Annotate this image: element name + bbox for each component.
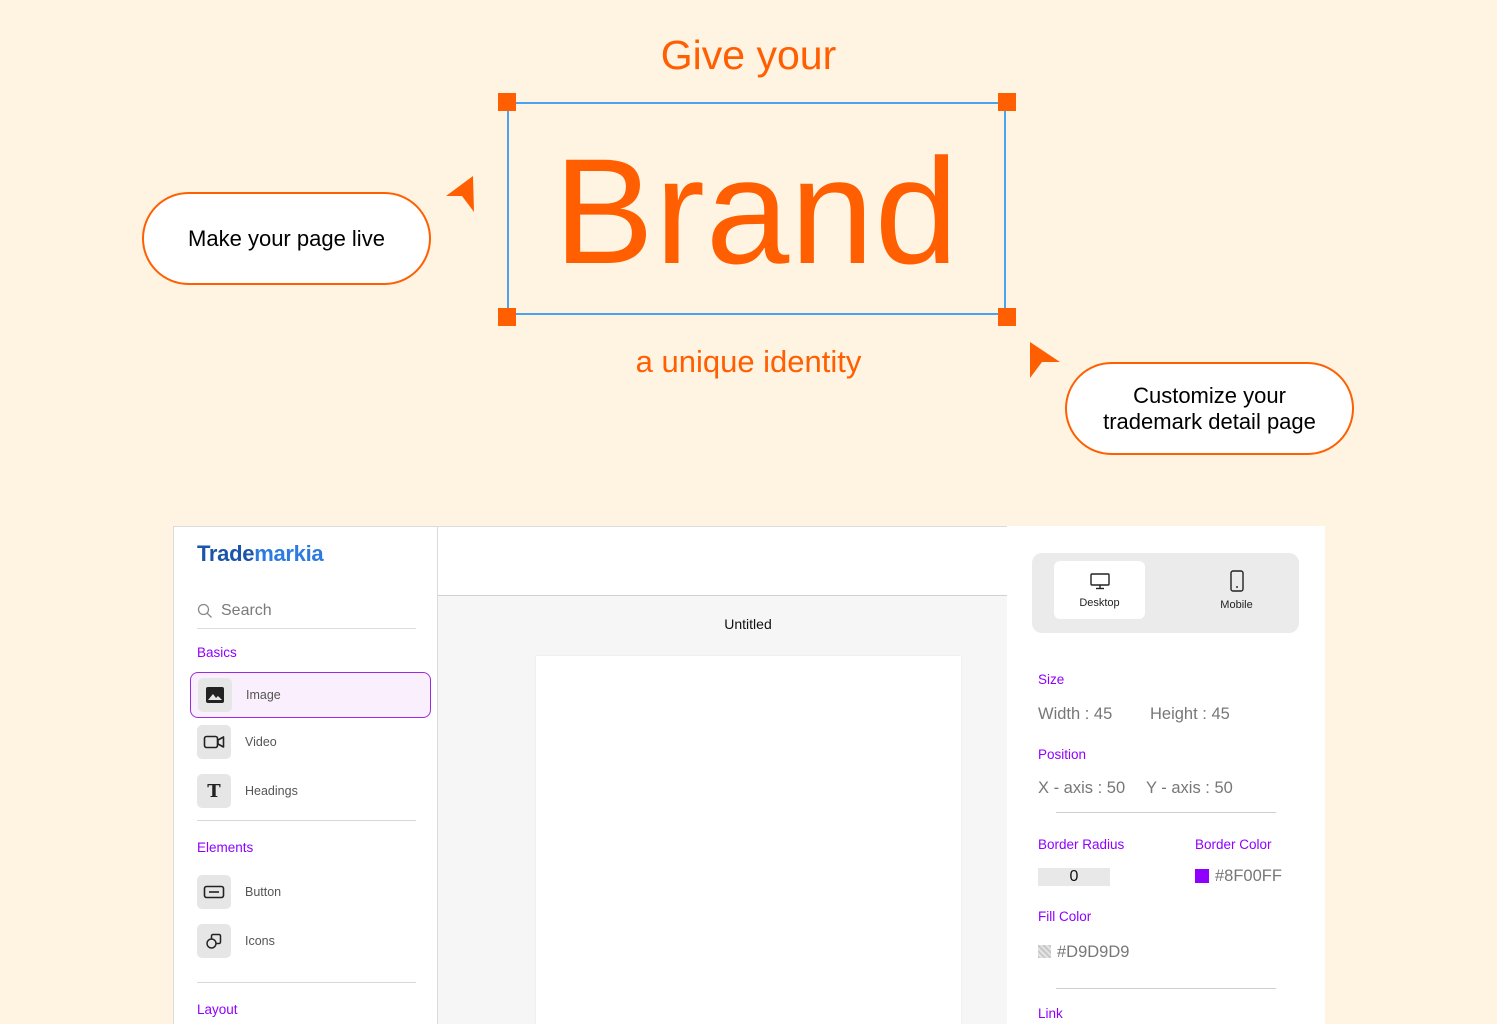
element-item-icons[interactable]: Icons	[190, 918, 431, 964]
document-title[interactable]: Untitled	[438, 616, 1058, 632]
heading-icon: T	[197, 774, 231, 808]
resize-handle-top-right[interactable]	[998, 93, 1016, 111]
device-label: Desktop	[1079, 596, 1120, 609]
shapes-icon	[197, 924, 231, 958]
border-color-label: Border Color	[1195, 837, 1272, 852]
resize-handle-bottom-left[interactable]	[498, 308, 516, 326]
desktop-icon	[1089, 572, 1110, 589]
elements-sidebar: Trademarkia Search Basics Image Video T …	[173, 526, 438, 1024]
y-axis-value[interactable]: Y - axis : 50	[1146, 779, 1233, 798]
sidebar-divider	[197, 982, 416, 983]
height-value[interactable]: Height : 45	[1150, 705, 1230, 724]
section-elements: Elements	[197, 840, 254, 855]
section-basics: Basics	[197, 645, 237, 660]
search-placeholder: Search	[221, 601, 272, 619]
position-label: Position	[1038, 747, 1087, 762]
button-icon	[197, 875, 231, 909]
border-radius-input[interactable]: 0	[1038, 868, 1110, 886]
callout-left-text: Make your page live	[188, 225, 385, 251]
trademarkia-logo[interactable]: Trademarkia	[197, 541, 324, 567]
video-icon	[197, 725, 231, 759]
brand-selection-box[interactable]: Brand	[507, 102, 1006, 315]
element-label: Video	[245, 735, 277, 749]
fill-color-label: Fill Color	[1038, 909, 1092, 924]
element-item-button[interactable]: Button	[190, 869, 431, 915]
link-label: Link	[1038, 1006, 1063, 1021]
element-label: Headings	[245, 784, 298, 798]
mobile-icon	[1229, 569, 1244, 592]
callout-make-page-live: Make your page live	[142, 192, 431, 285]
canvas-page[interactable]	[536, 656, 961, 1024]
border-radius-label: Border Radius	[1038, 837, 1125, 852]
properties-divider	[1056, 812, 1276, 813]
element-item-video[interactable]: Video	[190, 719, 431, 765]
canvas-toolbar	[438, 527, 1007, 596]
hero-top-line: Give your	[660, 32, 837, 78]
brand-word: Brand	[553, 127, 960, 295]
image-icon	[198, 678, 232, 712]
x-axis-value[interactable]: X - axis : 50	[1038, 779, 1125, 798]
border-color-swatch[interactable]	[1195, 869, 1209, 883]
resize-handle-bottom-right[interactable]	[998, 308, 1016, 326]
cursor-arrow-left-icon	[446, 176, 474, 212]
device-toggle: Desktop Mobile	[1032, 553, 1299, 633]
canvas-area: Untitled	[438, 526, 1007, 1024]
fill-color-value[interactable]: #D9D9D9	[1057, 943, 1129, 962]
properties-divider	[1056, 988, 1276, 989]
search-icon	[197, 603, 212, 618]
element-item-image[interactable]: Image	[190, 672, 431, 718]
logo-part-2: markia	[254, 541, 324, 566]
section-layout: Layout	[197, 1002, 238, 1017]
device-desktop-button[interactable]: Desktop	[1054, 561, 1145, 619]
device-label: Mobile	[1220, 598, 1253, 611]
cursor-arrow-right-icon	[1030, 342, 1060, 378]
sidebar-divider	[197, 820, 416, 821]
element-item-headings[interactable]: T Headings	[190, 768, 431, 814]
logo-part-1: Trade	[197, 541, 255, 566]
border-color-value[interactable]: #8F00FF	[1215, 867, 1282, 886]
editor-app: Trademarkia Search Basics Image Video T …	[173, 526, 1325, 1024]
width-value[interactable]: Width : 45	[1038, 705, 1112, 724]
properties-panel: Desktop Mobile Size Width : 45 Height : …	[1007, 526, 1325, 1024]
fill-color-swatch[interactable]	[1038, 945, 1051, 958]
element-label: Icons	[245, 934, 275, 948]
element-label: Image	[246, 688, 281, 702]
resize-handle-top-left[interactable]	[498, 93, 516, 111]
device-mobile-button[interactable]: Mobile	[1191, 561, 1282, 619]
size-label: Size	[1038, 672, 1065, 687]
callout-right-text: Customize your trademark detail page	[1103, 382, 1316, 434]
search-input[interactable]: Search	[197, 593, 416, 629]
callout-customize-page: Customize your trademark detail page	[1065, 362, 1354, 455]
element-label: Button	[245, 885, 282, 899]
